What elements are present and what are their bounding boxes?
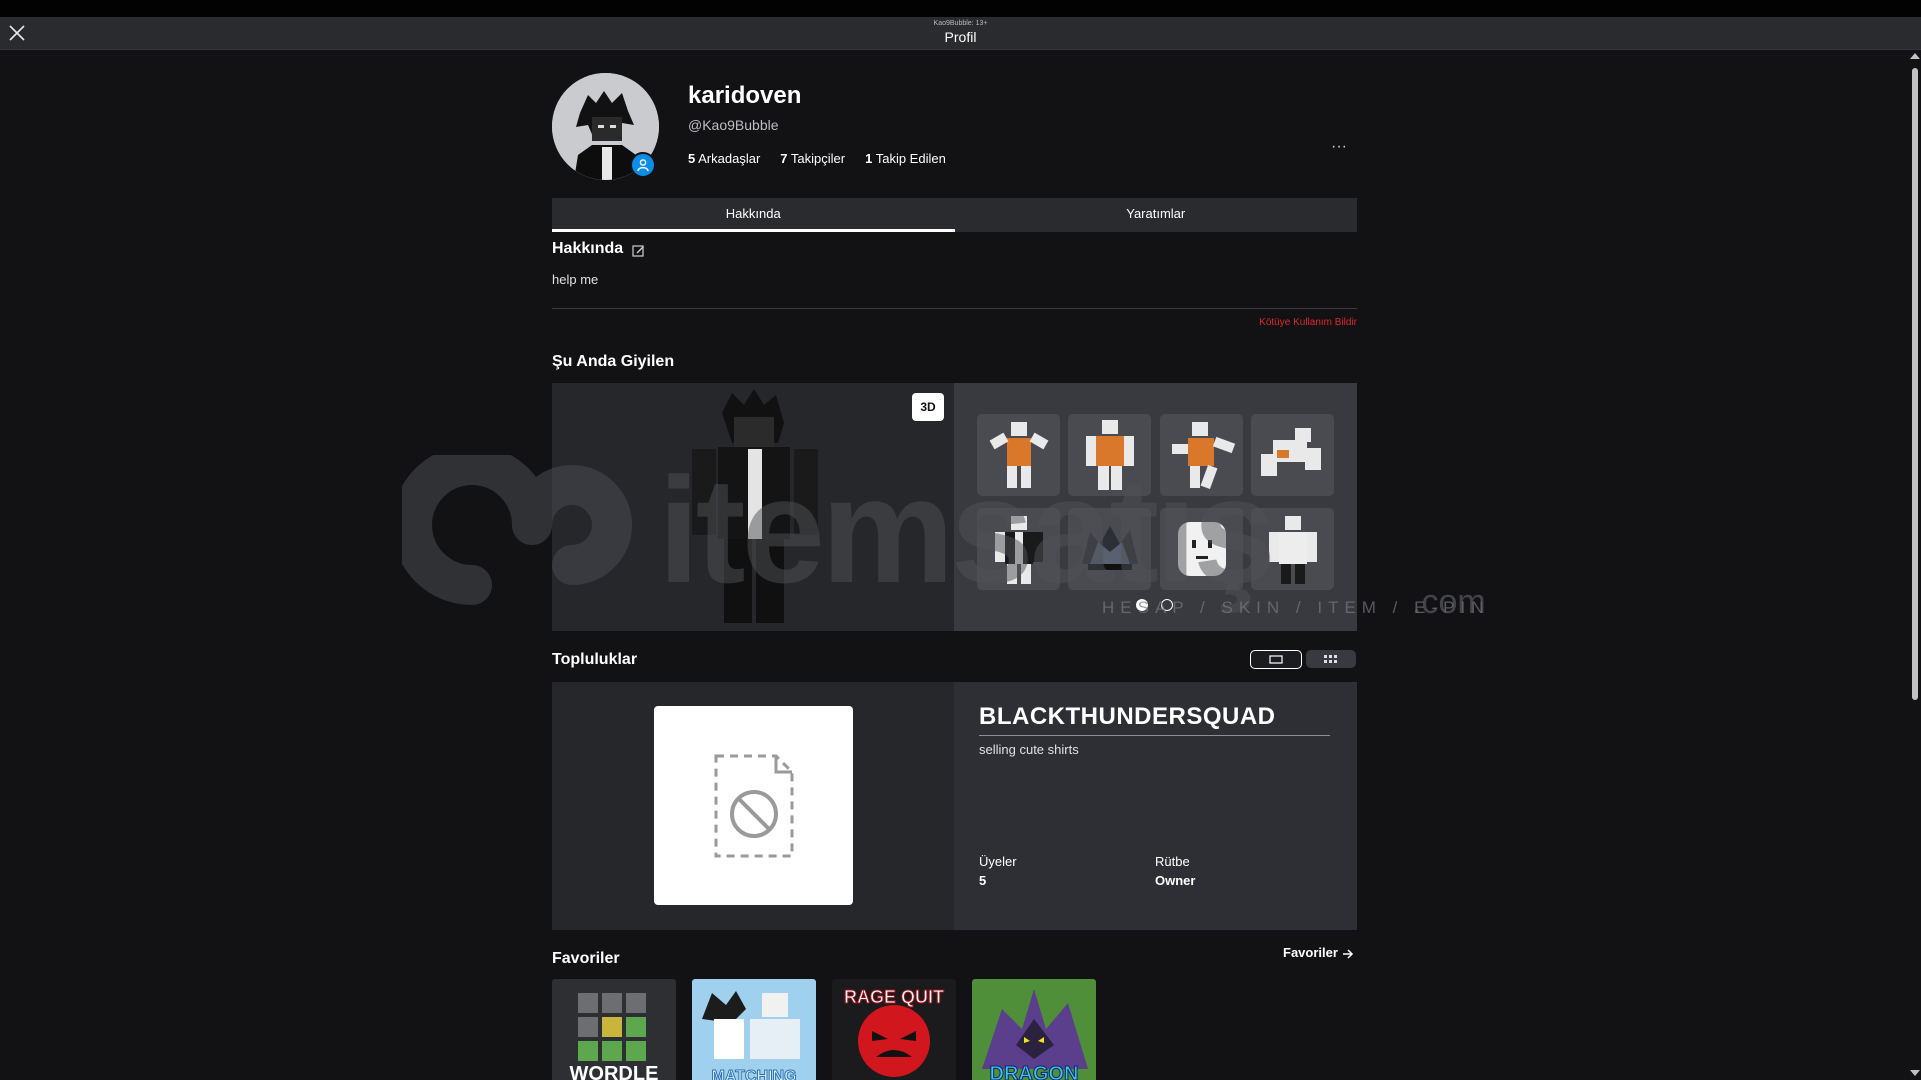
top-strip xyxy=(0,0,1921,17)
favorites-see-all-link[interactable]: Favoriler xyxy=(1283,945,1354,960)
username-handle: @Kao9Bubble xyxy=(688,117,779,133)
community-name[interactable]: BLACKTHUNDERSQUAD xyxy=(979,703,1276,731)
tab-about[interactable]: Hakkında xyxy=(552,198,955,232)
more-options-button[interactable]: ··· xyxy=(1326,139,1352,161)
followers-stat[interactable]: 7 Takipçiler xyxy=(780,151,845,166)
rank-label: Rütbe xyxy=(1155,854,1190,869)
close-icon[interactable] xyxy=(8,24,26,42)
scrollbar-thumb[interactable] xyxy=(1912,68,1918,700)
game-title: DRAGON xyxy=(989,1063,1079,1080)
single-view-toggle[interactable] xyxy=(1250,650,1302,669)
favorite-game-4[interactable]: DRAGON xyxy=(972,979,1096,1080)
online-status-badge xyxy=(630,152,656,178)
title-bar: Kao9Bubble: 13+ Profil xyxy=(0,17,1921,50)
about-title: Hakkında xyxy=(552,240,624,257)
display-name: karidoven xyxy=(688,82,802,109)
avatar-3d-viewer[interactable] xyxy=(552,383,954,631)
favorite-game-3[interactable]: RAGE QUIT xyxy=(832,979,956,1080)
toggle-3d-button[interactable]: 3D xyxy=(912,393,944,421)
grid-icon xyxy=(1324,655,1337,663)
community-description: selling cute shirts xyxy=(979,742,1079,757)
game-title: RAGE QUIT xyxy=(843,987,944,1008)
about-text: help me xyxy=(552,272,599,287)
worn-item-4[interactable] xyxy=(1251,414,1334,496)
section-divider xyxy=(552,308,1357,309)
game-title: WORDLE xyxy=(569,1063,659,1080)
community-thumbnail[interactable] xyxy=(654,706,853,905)
report-abuse-link[interactable]: Kötüye Kullanım Bildir xyxy=(1200,317,1357,328)
favorites-title: Favoriler xyxy=(552,950,620,967)
matching-characters-image xyxy=(702,991,800,1059)
scroll-down-arrow-icon[interactable] xyxy=(1910,1070,1920,1076)
profile-tabs: Hakkında Yaratımlar xyxy=(552,198,1357,232)
following-stat[interactable]: 1 Takip Edilen xyxy=(865,151,946,166)
members-label: Üyeler xyxy=(979,854,1017,869)
favorite-game-2[interactable]: MATCHING xyxy=(692,979,816,1080)
arrow-right-icon xyxy=(1342,949,1353,959)
members-value: 5 xyxy=(979,873,987,888)
rectangle-icon xyxy=(1269,655,1283,664)
avatar-figure-image xyxy=(692,389,818,623)
window-title: Profil xyxy=(944,29,977,45)
edit-icon[interactable] xyxy=(632,244,645,257)
community-name-underline xyxy=(979,735,1330,736)
pager-dot-2[interactable] xyxy=(1161,599,1173,611)
rank-value: Owner xyxy=(1155,873,1196,888)
unavailable-image-icon xyxy=(714,754,794,858)
friends-stat[interactable]: 5 Arkadaşlar xyxy=(688,151,760,166)
watermark-tld: .com xyxy=(1412,583,1486,621)
tab-creations[interactable]: Yaratımlar xyxy=(955,198,1358,232)
communities-title: Topluluklar xyxy=(552,651,638,668)
currently-wearing-title: Şu Anda Giyilen xyxy=(552,353,675,370)
worn-item-7[interactable] xyxy=(1160,508,1243,590)
game-title: MATCHING xyxy=(711,1068,797,1080)
worn-item-3[interactable] xyxy=(1160,414,1243,496)
worn-item-8[interactable] xyxy=(1251,508,1334,590)
worn-item-2[interactable] xyxy=(1068,414,1151,496)
favorite-game-1[interactable]: WORDLE xyxy=(552,979,676,1080)
worn-item-6[interactable] xyxy=(1068,508,1151,590)
scroll-up-arrow-icon[interactable] xyxy=(1910,53,1920,59)
pager-dot-1[interactable] xyxy=(1136,599,1148,611)
person-icon xyxy=(637,159,649,172)
window-caption: Kao9Bubble: 13+ xyxy=(933,20,988,27)
grid-view-toggle[interactable] xyxy=(1306,650,1356,668)
profile-stats: 5 Arkadaşlar 7 Takipçiler 1 Takip Edilen xyxy=(688,151,946,166)
worn-item-1[interactable] xyxy=(977,414,1060,496)
worn-item-5[interactable] xyxy=(977,508,1060,590)
